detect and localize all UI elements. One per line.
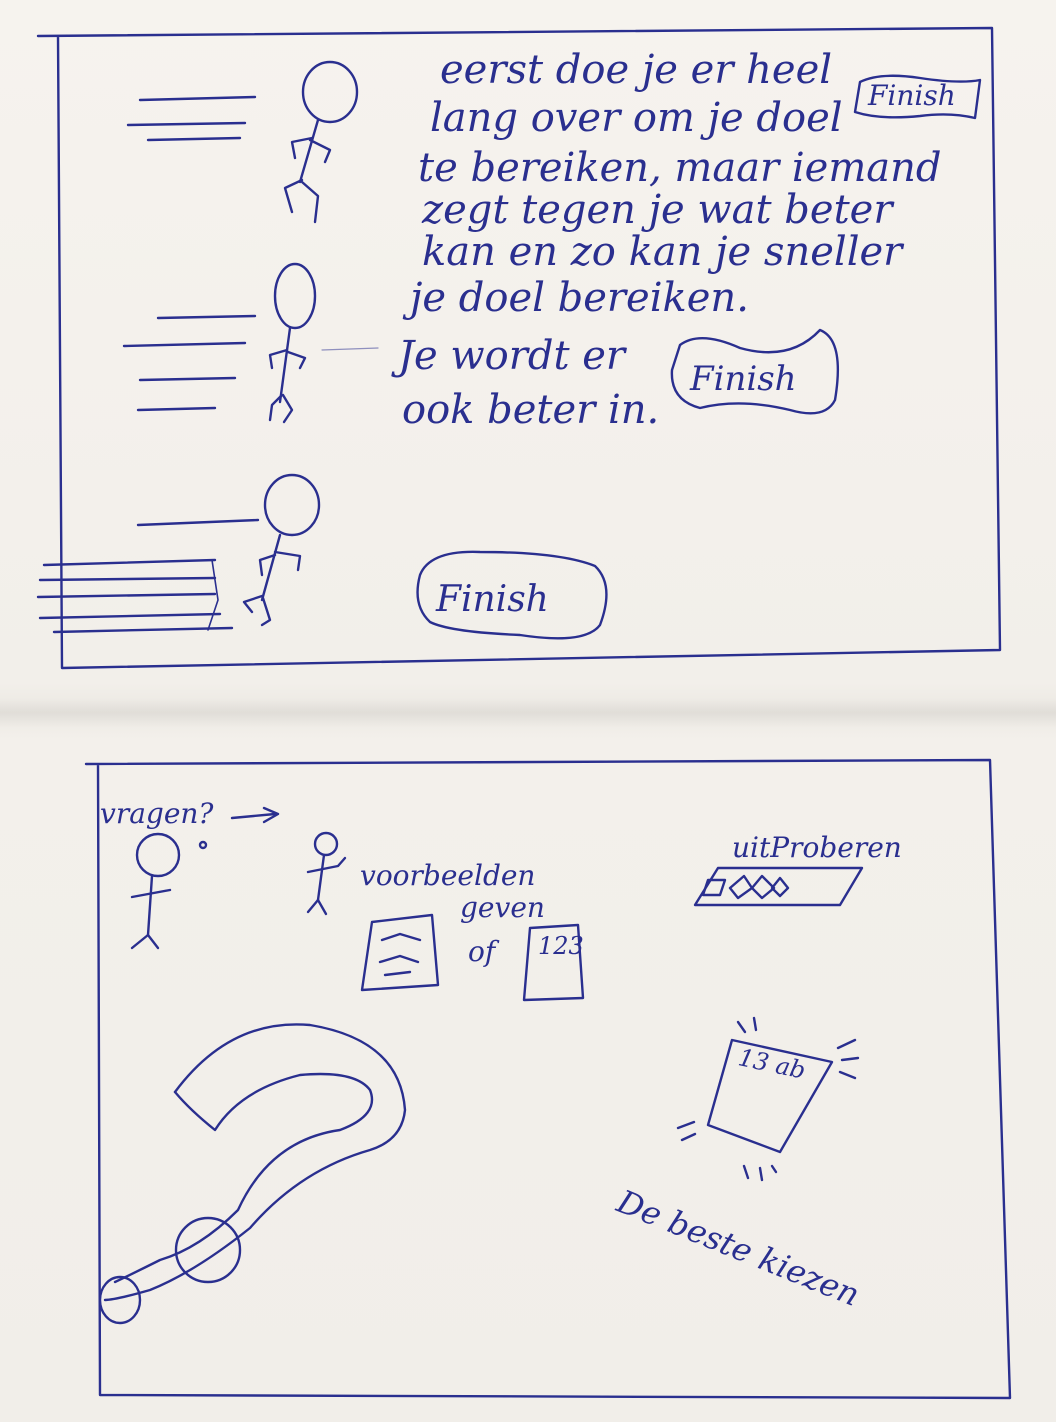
- story-line-3: te bereiken, maar iemand: [418, 145, 942, 191]
- story-line-1: eerst doe je er heel: [440, 47, 833, 93]
- uitproberen-shape: [693, 866, 864, 907]
- stick-runner-3: [242, 473, 321, 627]
- story-line-2: lang over om je doel: [430, 95, 843, 141]
- speed-lines-runner-2: [122, 314, 257, 412]
- stick-figure-voorbeelden: [306, 831, 347, 916]
- of-label: of: [468, 935, 496, 968]
- story-line-4: zegt tegen je wat beter: [422, 187, 893, 233]
- question-mark-drawing: [98, 1023, 407, 1325]
- story-line-5: kan en zo kan je sneller: [422, 229, 903, 275]
- voorbeelden-label: voorbeelden: [360, 859, 536, 892]
- paper-sheet-icon: [360, 913, 440, 992]
- grade-paper: [676, 1016, 860, 1182]
- stick-runner-1: [283, 60, 359, 224]
- speed-lines-runner-1: [126, 95, 257, 142]
- stick-runner-2: [268, 262, 379, 424]
- paper-sheet: eerst doe je er heel lang over om je doe…: [0, 0, 1056, 1422]
- vragen-label: vragen?: [100, 797, 214, 830]
- finish-label-1: Finish: [868, 79, 956, 112]
- finish-label-3: Finish: [436, 579, 549, 620]
- geven-label: geven: [460, 891, 545, 924]
- card-number: 123: [538, 932, 584, 960]
- finish-label-2: Finish: [690, 359, 797, 399]
- better-line-2: ook beter in.: [402, 387, 660, 433]
- story-line-6: je doel bereiken.: [410, 275, 749, 321]
- better-line-1: Je wordt er: [398, 333, 626, 379]
- uitproberen-label: uitProberen: [732, 831, 902, 864]
- speed-lines-runner-3: [36, 518, 260, 634]
